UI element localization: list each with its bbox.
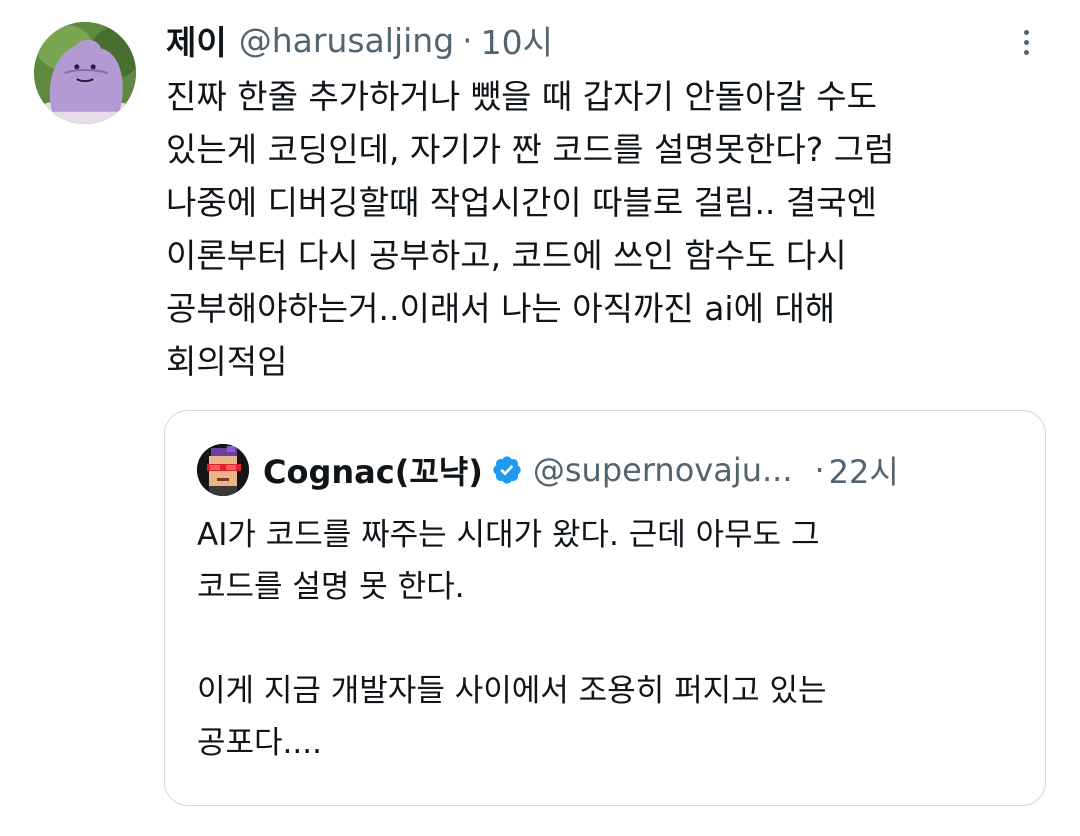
header-separator: · [462,20,473,60]
verified-badge-icon [493,456,521,484]
author-avatar[interactable] [34,22,136,124]
quoted-author-display-name[interactable]: Cognac(꼬냑) [263,447,483,493]
quoted-tweet-card[interactable]: Cognac(꼬냑) @supernovaju... · 22시 AI가 코드를… [164,410,1046,806]
tweet-text-line: 진짜 한줄 추가하거나 뺐을 때 갑자기 안돌아갈 수도 [166,77,877,116]
quoted-text-line: 이게 지금 개발자들 사이에서 조용히 퍼지고 있는 [197,673,827,709]
quoted-tweet-timestamp[interactable]: 22시 [829,447,899,493]
quoted-text-line: AI가 코드를 짜주는 시대가 왔다. 근데 아무도 그 [197,517,820,553]
tweet-text-line: 나중에 디버깅할때 작업시간이 따블로 걸림.. 결국엔 [166,183,877,222]
ditto-avatar-image [34,22,136,124]
quoted-tweet-header: Cognac(꼬냑) @supernovaju... · 22시 [197,443,1017,497]
quoted-header-separator: · [814,451,825,489]
tweet-text: 진짜 한줄 추가하거나 뺐을 때 갑자기 안돌아갈 수도 있는게 코딩인데, 자… [166,70,1046,388]
quoted-author-avatar[interactable] [197,444,249,496]
quoted-text-line: 코드를 설명 못 한다. [197,569,465,605]
tweet-text-line: 있는게 코딩인데, 자기가 짠 코드를 설명못한다? 그럼 [166,130,895,169]
author-handle[interactable]: @harusaljing [239,21,454,60]
tweet-timestamp[interactable]: 10시 [481,16,553,64]
more-dot-icon [1023,49,1029,55]
quoted-tweet-text: AI가 코드를 짜주는 시대가 왔다. 근데 아무도 그 코드를 설명 못 한다… [197,509,1017,769]
more-options-button[interactable] [1008,22,1044,62]
tweet[interactable]: 제이 @harusaljing · 10시 진짜 한줄 추가하거나 뺐을 때 갑… [0,0,1080,836]
pixel-art-avatar-image [197,444,249,496]
tweet-header: 제이 @harusaljing · 10시 [166,14,553,66]
quoted-text-line: 공포다.... [197,725,322,761]
tweet-text-line: 공부해야하는거..이래서 나는 아직까진 ai에 대해 [166,289,836,328]
more-dot-icon [1023,29,1029,35]
tweet-text-line: 이론부터 다시 공부하고, 코드에 쓰인 함수도 다시 [166,236,847,275]
tweet-text-line: 회의적임 [166,342,288,381]
more-dot-icon [1023,39,1029,45]
quoted-author-handle[interactable]: @supernovaju... [533,451,793,489]
author-display-name[interactable]: 제이 [166,16,227,64]
